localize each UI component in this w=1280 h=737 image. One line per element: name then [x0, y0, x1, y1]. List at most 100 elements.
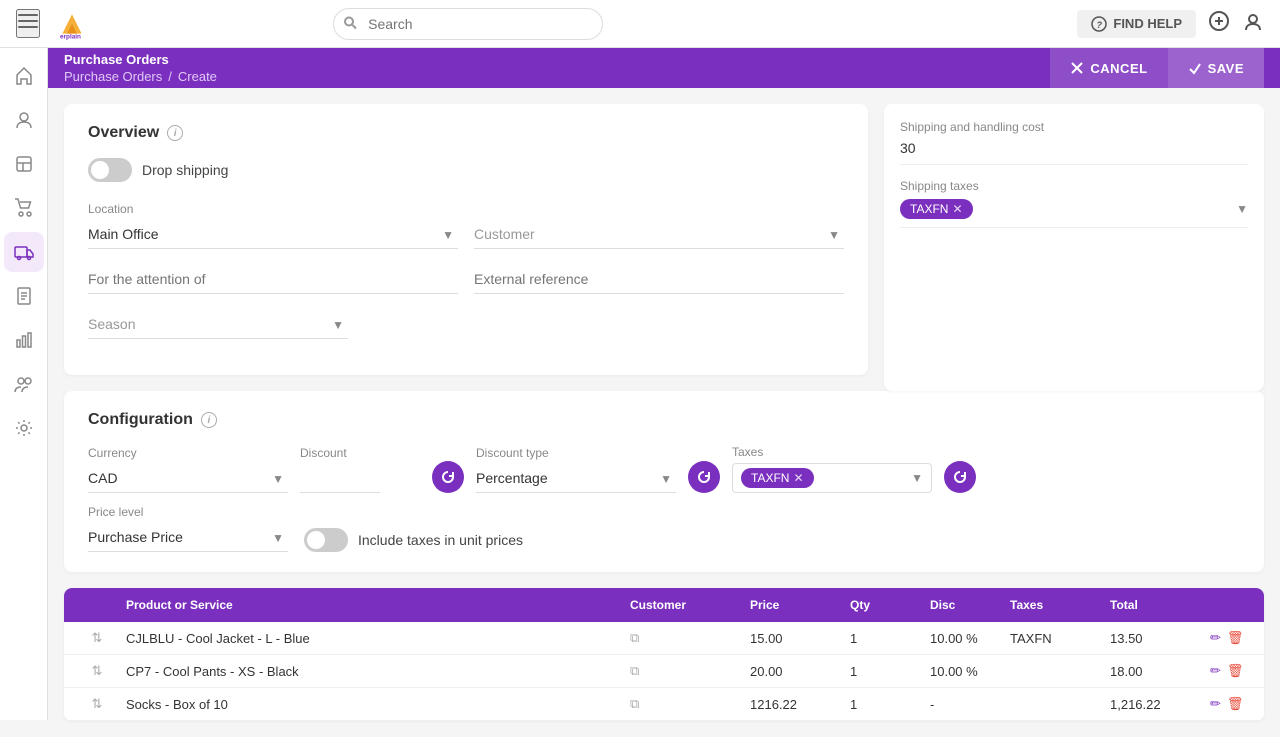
shipping-tax-remove[interactable]: ✕ [952, 202, 962, 216]
row-customer: ⧉ [626, 663, 746, 679]
th-total: Total [1106, 598, 1206, 612]
location-select-wrapper: Main Office ▼ [88, 220, 458, 249]
config-main-row: Currency CAD ▼ Discount 10 Discount typ [88, 445, 1240, 493]
price-level-row: Price level Purchase Price ▼ Include tax… [88, 505, 1240, 552]
row-qty: 1 [846, 631, 926, 646]
attention-input[interactable] [88, 265, 458, 294]
configuration-card: Configuration i Currency CAD ▼ Discount … [64, 391, 1264, 572]
table-row: ⇅ CP7 - Cool Pants - XS - Black ⧉ 20.00 … [64, 655, 1264, 688]
shipping-taxes-dropdown-icon[interactable]: ▼ [1236, 202, 1248, 216]
price-level-label: Price level [88, 505, 288, 519]
find-help-button[interactable]: ? FIND HELP [1077, 10, 1196, 38]
row-drag-handle[interactable]: ⇅ [72, 630, 122, 646]
sidebar [0, 48, 48, 720]
sidebar-item-documents[interactable] [4, 276, 44, 316]
overview-card: Overview i Drop shipping Location Main O… [64, 104, 868, 375]
sidebar-item-orders[interactable] [4, 188, 44, 228]
discount-type-refresh-button[interactable] [688, 461, 720, 493]
row-disc: 10.00 % [926, 664, 1006, 679]
profile-button[interactable] [1242, 10, 1264, 38]
shipping-taxes-row: TAXFN ✕ ▼ [900, 199, 1248, 228]
location-label: Location [88, 202, 458, 216]
attention-ref-row [88, 265, 844, 294]
location-field: Location Main Office ▼ [88, 202, 458, 249]
search-bar [333, 8, 603, 40]
discount-type-field: Discount type Percentage ▼ [476, 446, 676, 493]
row-edit-icon[interactable]: ✏ [1210, 630, 1221, 646]
th-actions [1206, 598, 1256, 612]
customer-select-wrapper: Customer ▼ [474, 220, 844, 249]
config-info-icon[interactable]: i [201, 412, 217, 428]
location-select[interactable]: Main Office [88, 220, 458, 249]
currency-select-wrapper: CAD ▼ [88, 464, 288, 493]
row-edit-icon[interactable]: ✏ [1210, 696, 1221, 712]
shipping-cost-label: Shipping and handling cost [900, 120, 1248, 134]
sidebar-item-users[interactable] [4, 100, 44, 140]
hamburger-button[interactable] [16, 9, 40, 38]
taxes-field: Taxes TAXFN ✕ ▼ [732, 445, 932, 493]
row-price: 20.00 [746, 664, 846, 679]
sidebar-item-settings[interactable] [4, 408, 44, 448]
season-select[interactable]: Season [88, 310, 348, 339]
discount-label: Discount [300, 446, 420, 460]
customer-copy-icon[interactable]: ⧉ [630, 630, 639, 645]
add-button[interactable] [1208, 10, 1230, 38]
sidebar-item-shipping[interactable] [4, 232, 44, 272]
row-customer: ⧉ [626, 630, 746, 646]
row-taxes: TAXFN [1006, 631, 1106, 646]
sidebar-item-reports[interactable] [4, 320, 44, 360]
external-ref-input[interactable] [474, 265, 844, 294]
th-drag [72, 598, 122, 612]
row-delete-icon[interactable]: 🗑 [1227, 630, 1244, 646]
row-price: 15.00 [746, 631, 846, 646]
shipping-card: Shipping and handling cost 30 Shipping t… [884, 104, 1264, 391]
nav-right: ? FIND HELP [1077, 10, 1264, 38]
breadcrumb-parent[interactable]: Purchase Orders [64, 69, 162, 84]
row-actions: ✏ 🗑 [1206, 663, 1256, 679]
taxes-config-row: TAXFN ✕ ▼ [732, 463, 932, 493]
breadcrumb-current: Create [178, 69, 217, 84]
customer-field: Customer ▼ [474, 220, 844, 249]
discount-input[interactable]: 10 [300, 464, 380, 493]
taxes-label: Taxes [732, 445, 932, 459]
row-delete-icon[interactable]: 🗑 [1227, 663, 1244, 679]
row-actions: ✏ 🗑 [1206, 630, 1256, 646]
overview-info-icon[interactable]: i [167, 125, 183, 141]
th-qty: Qty [846, 598, 926, 612]
row-delete-icon[interactable]: 🗑 [1227, 696, 1244, 712]
action-buttons: CANCEL SAVE [1050, 48, 1264, 88]
config-tax-remove[interactable]: ✕ [793, 471, 803, 485]
shipping-cost-value[interactable]: 30 [900, 140, 1248, 165]
row-qty: 1 [846, 697, 926, 712]
currency-field: Currency CAD ▼ [88, 446, 288, 493]
cancel-button[interactable]: CANCEL [1050, 48, 1167, 88]
toggle-knob [91, 161, 109, 179]
discount-type-select[interactable]: Percentage [476, 464, 676, 493]
discount-refresh-button[interactable] [432, 461, 464, 493]
row-edit-icon[interactable]: ✏ [1210, 663, 1221, 679]
sidebar-item-home[interactable] [4, 56, 44, 96]
customer-copy-icon[interactable]: ⧉ [630, 696, 639, 711]
row-disc: - [926, 697, 1006, 712]
row-drag-handle[interactable]: ⇅ [72, 663, 122, 679]
save-button[interactable]: SAVE [1168, 48, 1264, 88]
row-total: 13.50 [1106, 631, 1206, 646]
page-title: Purchase Orders [64, 52, 217, 67]
taxes-dropdown-icon[interactable]: ▼ [911, 471, 923, 485]
top-navigation: erplain ? FIND HELP [0, 0, 1280, 48]
row-drag-handle[interactable]: ⇅ [72, 696, 122, 712]
include-taxes-knob [307, 531, 325, 549]
include-taxes-toggle[interactable] [304, 528, 348, 552]
customer-copy-icon[interactable]: ⧉ [630, 663, 639, 678]
search-input[interactable] [333, 8, 603, 40]
sidebar-item-teams[interactable] [4, 364, 44, 404]
currency-select[interactable]: CAD [88, 464, 288, 493]
customer-select[interactable]: Customer [474, 220, 844, 249]
location-customer-row: Location Main Office ▼ Customer ▼ [88, 202, 844, 249]
taxes-refresh-button[interactable] [944, 461, 976, 493]
drop-shipping-row: Drop shipping [88, 158, 844, 182]
drop-shipping-toggle[interactable] [88, 158, 132, 182]
row-customer: ⧉ [626, 696, 746, 712]
price-level-select[interactable]: Purchase Price [88, 523, 288, 552]
sidebar-item-products[interactable] [4, 144, 44, 184]
